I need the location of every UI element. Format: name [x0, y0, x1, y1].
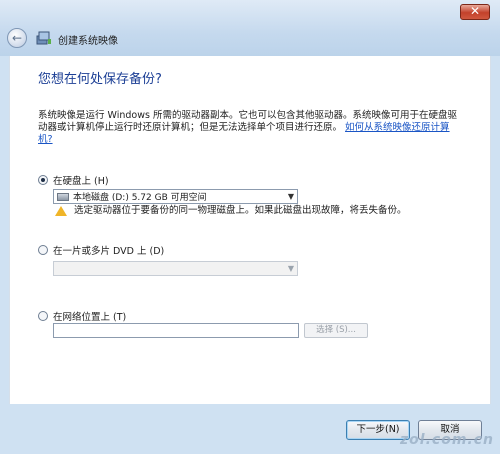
- hard-disk-warning: 选定驱动器位于要备份的同一物理磁盘上。如果此磁盘出现故障，将丢失备份。: [74, 205, 407, 216]
- radio-network-label[interactable]: 在网络位置上 (T): [53, 309, 126, 323]
- radio-hard-disk-label[interactable]: 在硬盘上 (H): [53, 173, 109, 187]
- wizard-footer: 下一步(N) 取消 zol.com.cn: [0, 404, 500, 454]
- option-hard-disk[interactable]: 在硬盘上 (H): [38, 173, 109, 187]
- warning-icon: [55, 206, 67, 216]
- network-location-input[interactable]: [53, 323, 299, 338]
- hard-disk-dropdown-value: 本地磁盘 (D:) 5.72 GB 可用空间: [73, 193, 207, 203]
- radio-dvd-label[interactable]: 在一片或多片 DVD 上 (D): [53, 243, 164, 257]
- back-arrow-icon[interactable]: ←: [7, 28, 27, 48]
- chevron-down-icon[interactable]: ▼: [285, 192, 297, 201]
- create-system-image-window: ✕ ← 创建系统映像 您想在何处保存备份? 系统映像是运行 Windows 所需…: [0, 0, 500, 454]
- wizard-content: 您想在何处保存备份? 系统映像是运行 Windows 所需的驱动器副本。它也可以…: [9, 56, 491, 404]
- dvd-dropdown: ▼: [53, 261, 298, 276]
- hard-disk-dropdown[interactable]: 本地磁盘 (D:) 5.72 GB 可用空间 ▼: [53, 189, 298, 204]
- title-bar: ✕ ← 创建系统映像: [0, 0, 500, 56]
- zol-watermark: zol.com.cn: [400, 432, 494, 448]
- description-text: 系统映像是运行 Windows 所需的驱动器副本。它也可以包含其他驱动器。系统映…: [38, 110, 458, 146]
- hard-drive-icon: [57, 192, 69, 201]
- page-heading: 您想在何处保存备份?: [38, 72, 162, 87]
- radio-dvd[interactable]: [38, 245, 48, 255]
- close-button[interactable]: ✕: [460, 4, 490, 20]
- radio-hard-disk[interactable]: [38, 175, 48, 185]
- backup-app-icon: [36, 31, 51, 45]
- browse-network-button[interactable]: 选择 (S)...: [304, 323, 368, 338]
- option-dvd[interactable]: 在一片或多片 DVD 上 (D): [38, 243, 164, 257]
- option-network[interactable]: 在网络位置上 (T): [38, 309, 126, 323]
- chevron-down-icon: ▼: [287, 264, 295, 273]
- window-title: 创建系统映像: [58, 36, 118, 47]
- radio-network[interactable]: [38, 311, 48, 321]
